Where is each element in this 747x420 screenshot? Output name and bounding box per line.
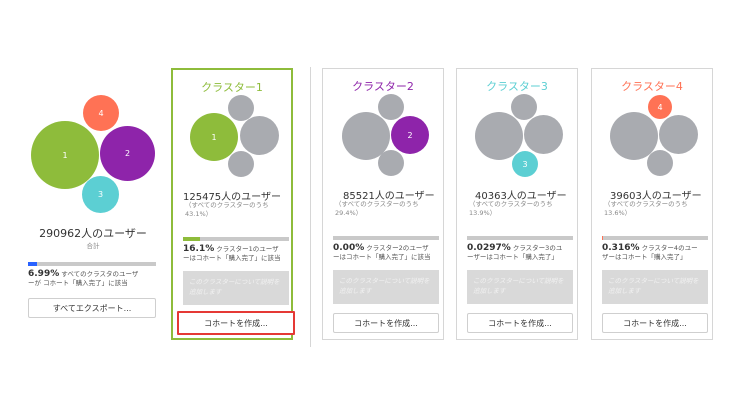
cluster-share-line1: （すべてのクラスターのうち [335, 200, 419, 208]
cluster-bubble-4[interactable]: 4 [648, 95, 672, 119]
section-divider [310, 67, 311, 347]
cluster-title: クラスター2 [352, 80, 414, 93]
cluster-share: （すべてのクラスターのうち 43.1%） [185, 201, 290, 219]
bubble-label: 1 [62, 150, 68, 160]
cluster-percent-desc-1: クラスター2のユーザ [364, 244, 429, 252]
cluster-bubble-gray [228, 151, 254, 177]
cluster-title: クラスター1 [201, 81, 263, 94]
cluster-percent-desc-2: ザーはコホート「購入完了」 [602, 253, 687, 261]
cluster-bubble-2[interactable]: 2 [391, 116, 429, 154]
cluster-progress-bar [333, 236, 439, 240]
summary-percent: 6.99% [28, 269, 60, 279]
bubble-label: 2 [124, 149, 131, 158]
cluster-percent-desc-2: ーはコホート「購入完了」に該当 [333, 253, 431, 261]
cluster-percent-desc-1: クラスター4のユー [639, 244, 698, 252]
cluster-percent-text: 16.1% クラスター1のユーザ ーはコホート「購入完了」に該当 [183, 245, 293, 263]
create-cohort-button[interactable]: コホートを作成... [602, 313, 708, 333]
cluster-percent-desc-2: ーザーはコホート「購入完了」 [467, 253, 558, 261]
cluster-card-4[interactable]: クラスター4 4 39603人のユーザー （すべてのクラスターのうち 13.6%）… [591, 68, 713, 340]
bubble-label: 3 [522, 159, 528, 169]
summary-percent-text: 6.99% すべてのクラスタのユーザ ーが コホート「購入完了」に該当 [28, 270, 162, 288]
bubble-label: 4 [657, 102, 663, 112]
cluster-percent: 0.316% [602, 243, 640, 253]
cluster-bubble-gray [378, 150, 404, 176]
cluster-title: クラスター3 [486, 80, 548, 93]
cluster-description-field[interactable]: このクラスターについて説明を追加します [602, 270, 708, 304]
cluster-card-3[interactable]: クラスター3 3 40363人のユーザー （すべてのクラスターのうち 13.9%）… [456, 68, 578, 340]
cluster-bubble-gray [524, 115, 563, 154]
cluster-progress-bar [467, 236, 573, 240]
cluster-share: （すべてのクラスターのうち 13.6%） [604, 200, 709, 218]
cluster-description-field[interactable]: このクラスターについて説明を追加します [333, 270, 439, 304]
cluster-share-line1: （すべてのクラスターのうち [604, 200, 688, 208]
cluster-card-1[interactable]: クラスター1 1 125475人のユーザー （すべてのクラスターのうち 43.1%… [171, 68, 295, 340]
cluster-percent-text: 0.316% クラスター4のユー ザーはコホート「購入完了」 [602, 244, 712, 262]
cluster-percent: 16.1% [183, 244, 215, 254]
summary-bubble-3[interactable]: 3 [82, 176, 119, 213]
create-cohort-button[interactable]: コホートを作成... [467, 313, 573, 333]
summary-bubble-4[interactable]: 4 [83, 95, 119, 131]
cluster-share-line1: （すべてのクラスターのうち [469, 200, 553, 208]
cluster-share-line1: （すべてのクラスターのうち [185, 201, 269, 209]
summary-progress-bar [28, 262, 156, 266]
cluster-bubble-3[interactable]: 3 [512, 151, 538, 177]
cluster-bubble-gray [378, 94, 404, 120]
summary-percent-desc-2: ーが コホート「購入完了」に該当 [28, 279, 128, 287]
bubble-label: 1 [211, 132, 217, 142]
cluster-bubble-gray [475, 112, 523, 160]
cluster-bubble-gray [511, 94, 537, 120]
cluster-description-field[interactable]: このクラスターについて説明を追加します [467, 270, 573, 304]
summary-bubble-2[interactable]: 2 [100, 126, 155, 181]
export-all-button[interactable]: すべてエクスポート... [28, 298, 156, 318]
cluster-bubble-gray [647, 150, 673, 176]
cluster-share: （すべてのクラスターのうち 29.4%） [335, 200, 440, 218]
cluster-percent-desc-2: ーはコホート「購入完了」に該当 [183, 254, 281, 262]
cluster-bubble-1[interactable]: 1 [190, 113, 238, 161]
cluster-progress-bar [602, 236, 708, 240]
bubble-label: 2 [407, 130, 413, 140]
cluster-percent-desc-1: クラスター1のユーザ [214, 245, 279, 253]
cluster-bubble-gray [659, 115, 698, 154]
cluster-progress-bar [183, 237, 289, 241]
cluster-percent: 0.00% [333, 243, 365, 253]
create-cohort-button[interactable]: コホートを作成... [177, 311, 295, 335]
summary-progress-fill [28, 262, 37, 266]
cluster-title: クラスター4 [621, 80, 683, 93]
cluster-percent-text: 0.00% クラスター2のユーザ ーはコホート「購入完了」に該当 [333, 244, 443, 262]
cluster-percent-desc-1: クラスター3のユ [510, 244, 563, 252]
cluster-card-2[interactable]: クラスター2 2 85521人のユーザー （すべてのクラスターのうち 29.4%）… [322, 68, 444, 340]
cluster-bubble-gray [240, 116, 279, 155]
cluster-share: （すべてのクラスターのうち 13.9%） [469, 200, 574, 218]
cluster-share-line2: 13.6%） [604, 209, 632, 217]
cluster-description-field[interactable]: このクラスターについて説明を追加します [183, 271, 289, 305]
summary-total-label: 合計 [86, 242, 100, 250]
create-cohort-button[interactable]: コホートを作成... [333, 313, 439, 333]
cluster-percent-text: 0.0297% クラスター3のユ ーザーはコホート「購入完了」 [467, 244, 577, 262]
cluster-share-line2: 43.1%） [185, 210, 213, 218]
bubble-label: 4 [98, 108, 104, 118]
bubble-label: 3 [97, 190, 104, 199]
summary-percent-desc-1: すべてのクラスタのユーザ [59, 270, 139, 278]
cluster-percent: 0.0297% [467, 243, 511, 253]
cluster-share-line2: 13.9%） [469, 209, 497, 217]
cluster-progress-fill [183, 237, 201, 241]
cluster-share-line2: 29.4%） [335, 209, 363, 217]
summary-user-count: 290962人のユーザー [39, 227, 147, 240]
